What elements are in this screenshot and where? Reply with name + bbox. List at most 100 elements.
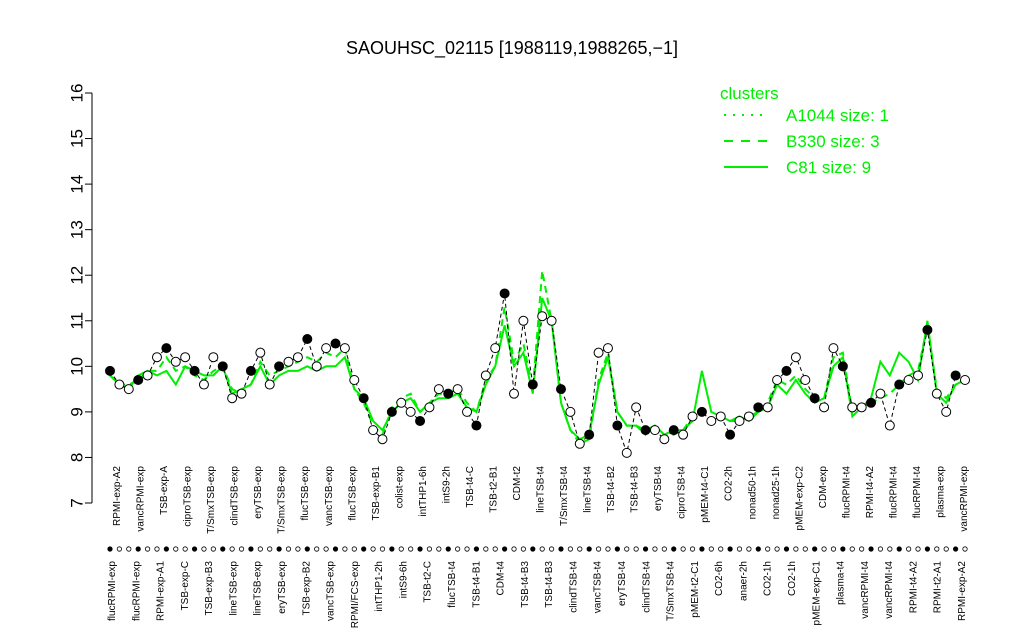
gene-point (189, 365, 200, 376)
x-tick-label: plasma-exp (935, 466, 946, 518)
x-tick-label: TSB-t4-C (465, 466, 476, 508)
rug-mark (774, 546, 780, 552)
x-tick-label: flucRPMI-t4 (841, 466, 852, 519)
x-tick-label: T/SmxTSB-exp (277, 466, 288, 534)
rug-mark (248, 546, 254, 552)
y-tick-label: 14 (67, 175, 86, 194)
rug-mark (314, 546, 320, 552)
gene-point (819, 402, 830, 413)
x-tick-label: CO2-1h (787, 561, 798, 596)
x-tick-label: CDM-t2 (512, 466, 523, 501)
gene-point (734, 416, 745, 426)
rug-mark (699, 546, 705, 552)
rug-mark (492, 546, 498, 552)
gene-point (227, 393, 238, 404)
gene-point (527, 379, 538, 390)
rug-mark (408, 546, 414, 552)
rug-mark (154, 546, 160, 552)
gene-point (584, 429, 595, 440)
gene-point (772, 375, 783, 385)
gene-point (339, 343, 350, 354)
rug-mark (379, 546, 386, 552)
x-tick-label: TSB-t4-B3 (520, 561, 531, 608)
rug-mark (671, 546, 677, 552)
gene-point (753, 402, 764, 413)
gene-point (292, 352, 303, 363)
rug-mark (915, 546, 921, 552)
x-tick-label: flucTSB-exp (347, 466, 358, 521)
x-tick-label: CO2-2h (724, 466, 735, 501)
gene-point (236, 388, 247, 399)
rug-mark (934, 546, 940, 552)
gene-point (847, 402, 858, 413)
gene-point (264, 379, 275, 390)
rug-mark (464, 546, 470, 552)
x-tick-label: clindTSB-t4 (641, 561, 652, 613)
x-tick-label: eryTSB-t4 (653, 466, 664, 511)
series-line-c81 (109, 297, 966, 441)
x-tick-label: flucRPMI-t4 (888, 466, 899, 519)
rug-mark (887, 546, 893, 552)
gene-point (762, 402, 773, 413)
gene-point (931, 388, 942, 399)
x-tick-label: RPMI-exp-A2 (112, 466, 123, 526)
rug-mark (107, 546, 113, 552)
x-tick-label: lineTSB-exp (253, 561, 264, 616)
gene-point (837, 361, 848, 372)
rug-mark (163, 546, 169, 552)
y-tick-label: 7 (67, 498, 86, 507)
x-tick-label: RPMI-t4-A2 (908, 561, 919, 614)
gene-point (283, 356, 294, 367)
gene-point (565, 406, 576, 417)
rug-mark (830, 546, 837, 552)
gene-point (490, 343, 501, 354)
rug-mark (398, 546, 404, 552)
rug-mark (727, 546, 733, 552)
gene-point (640, 425, 651, 436)
x-tick-label: flucRPMI-t4 (912, 466, 923, 519)
x-tick-label: TSB-t2-B1 (488, 466, 499, 513)
rug-mark (445, 546, 451, 552)
rug-mark (624, 546, 630, 552)
x-tick-label: TSB-t4-B2 (606, 466, 617, 513)
y-axis: 7 8 9 10 11 12 13 14 15 16 (67, 84, 93, 508)
x-tick-label: eryTSB-exp (253, 466, 264, 519)
x-tick-label: intS9-6h (398, 561, 409, 598)
gene-point (443, 388, 454, 399)
x-tick-label: plasma-t4 (836, 561, 847, 605)
gene-point (612, 420, 623, 431)
rug-mark (633, 546, 639, 552)
gene-point (574, 438, 585, 449)
x-tick-label: ciproTSB-exp (183, 466, 194, 527)
x-tick-label: flucTSB-exp (300, 466, 311, 521)
rug-mark (840, 546, 846, 552)
x-tick-label: RPMI/FCS-exp (350, 561, 361, 629)
x-tick-label: eryTSB-t4 (617, 561, 628, 606)
y-tick-label: 9 (67, 407, 86, 416)
gene-point (255, 347, 266, 358)
y-tick-label: 13 (67, 220, 86, 239)
rug-mark (342, 546, 348, 552)
rug-mark (370, 546, 376, 552)
gene-point (856, 402, 867, 413)
x-tick-label: flucRPMI-exp (107, 561, 118, 621)
rug-mark (736, 546, 743, 552)
rug-mark (323, 546, 329, 552)
rug-mark (530, 546, 536, 552)
y-tick-label: 11 (67, 312, 86, 330)
y-tick-label: 16 (67, 84, 86, 103)
gene-point (142, 370, 153, 381)
rug-mark (859, 546, 865, 552)
gene-point (790, 352, 801, 363)
rug-mark (267, 546, 273, 552)
rug-mark (755, 546, 761, 552)
x-tick-label: vancRPMI-t4 (860, 561, 871, 619)
rug-mark (502, 546, 508, 552)
gene-point (809, 393, 820, 404)
x-tick-label: T/SmxTSB-t4 (559, 466, 570, 526)
x-tick-label: flucRPMI-exp (131, 561, 142, 621)
rug-mark (558, 546, 564, 552)
x-tick-label: nonad25-1h (771, 466, 782, 519)
gene-point (208, 352, 219, 363)
x-tick-label: clindTSB-exp (230, 466, 241, 526)
